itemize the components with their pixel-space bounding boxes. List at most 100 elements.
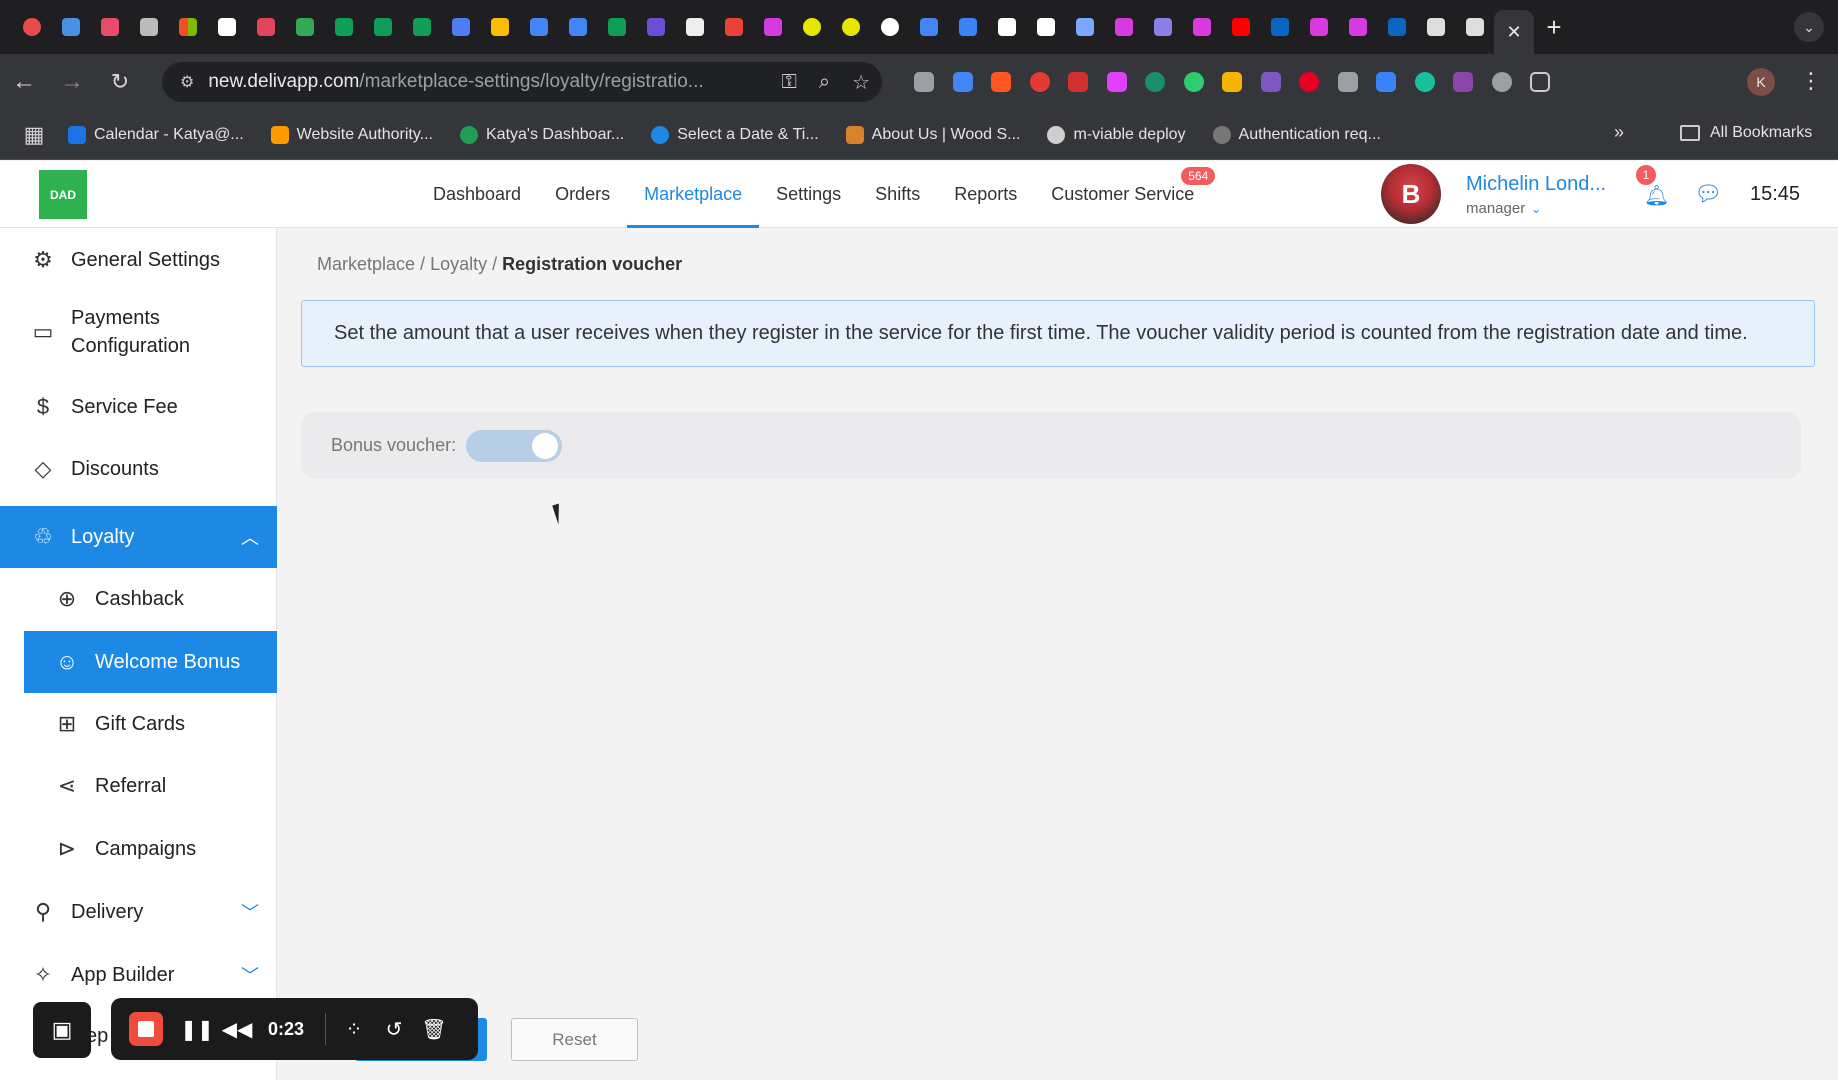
grid-icon[interactable]: ⁘ (334, 1017, 374, 1042)
tab-favicon[interactable] (168, 0, 207, 54)
sidebar-item-delivery[interactable]: ⚲ Delivery ﹀ (0, 881, 277, 943)
reset-button[interactable]: Reset (511, 1018, 638, 1061)
reload-icon[interactable]: ↻ (96, 54, 144, 110)
bell-icon[interactable]: 🔔︎ (1644, 183, 1669, 207)
tab-favicon[interactable] (987, 0, 1026, 54)
tab-favicon[interactable] (558, 0, 597, 54)
more-vert-icon[interactable]: ⋮ (1800, 68, 1822, 94)
extension-icon[interactable] (1136, 72, 1175, 92)
tab-favicon[interactable] (519, 0, 558, 54)
tab-favicon[interactable] (1299, 0, 1338, 54)
nav-reports[interactable]: Reports (937, 161, 1034, 228)
tab-favicon[interactable] (363, 0, 402, 54)
tab-favicon[interactable] (753, 0, 792, 54)
nav-customer-service[interactable]: Customer Service 564 (1034, 161, 1216, 228)
breadcrumb-loyalty[interactable]: Loyalty (430, 254, 487, 274)
sidebar-item-welcome-bonus[interactable]: ☺ Welcome Bonus (24, 631, 277, 693)
url-text[interactable]: new.delivapp.com/marketplace-settings/lo… (208, 71, 748, 93)
tab-favicon[interactable] (1416, 0, 1455, 54)
tab-favicon[interactable] (402, 0, 441, 54)
sidebar-item-discounts[interactable]: ◇ Discounts (0, 438, 277, 500)
tab-favicon[interactable] (1377, 0, 1416, 54)
extension-icon[interactable] (1252, 72, 1291, 92)
restart-icon[interactable]: ↺ (374, 1017, 414, 1042)
tab-favicon[interactable] (441, 0, 480, 54)
camera-icon[interactable]: ▣ (33, 1002, 91, 1058)
extension-icon[interactable] (1329, 72, 1368, 92)
extension-icon[interactable] (1444, 72, 1483, 92)
nav-shifts[interactable]: Shifts (858, 161, 937, 228)
tab-favicon[interactable] (597, 0, 636, 54)
tab-favicon[interactable] (1221, 0, 1260, 54)
all-bookmarks-button[interactable]: All Bookmarks (1680, 124, 1812, 142)
stop-recording-button[interactable] (129, 1012, 163, 1046)
bookmarks-overflow-icon[interactable]: » (1614, 122, 1624, 143)
tab-favicon[interactable] (90, 0, 129, 54)
nav-settings[interactable]: Settings (759, 161, 858, 228)
rewind-icon[interactable]: ◀◀ (217, 1017, 257, 1042)
bonus-voucher-toggle[interactable] (466, 429, 563, 462)
forward-arrow-icon[interactable]: → (48, 54, 96, 110)
pause-icon[interactable]: ❚❚ (177, 1017, 217, 1042)
app-logo[interactable]: DAD (39, 170, 87, 219)
tab-favicon[interactable] (129, 0, 168, 54)
tab-favicon[interactable] (831, 0, 870, 54)
bookmark-item[interactable]: Katya's Dashboar... (460, 125, 624, 144)
new-tab-button[interactable]: + (1534, 0, 1574, 54)
sidebar-item-service-fee[interactable]: $ Service Fee (0, 376, 277, 438)
tab-favicon[interactable] (909, 0, 948, 54)
tab-favicon[interactable] (12, 0, 51, 54)
tab-favicon[interactable] (714, 0, 753, 54)
tab-favicon[interactable] (870, 0, 909, 54)
profile-avatar[interactable]: K (1747, 68, 1775, 96)
extension-icon[interactable] (1290, 72, 1329, 92)
sidebar-item-cashback[interactable]: ⊕ Cashback (0, 568, 277, 630)
bookmark-item[interactable]: Select a Date & Ti... (651, 125, 819, 144)
close-tab-icon[interactable]: ✕ (1494, 10, 1534, 54)
key-icon[interactable]: ⚿ (782, 71, 797, 94)
extension-icon[interactable] (1367, 72, 1406, 92)
nav-dashboard[interactable]: Dashboard (416, 161, 538, 228)
bookmark-item[interactable]: Calendar - Katya@... (68, 125, 244, 144)
breadcrumb-marketplace[interactable]: Marketplace (317, 254, 415, 274)
extension-icon[interactable] (905, 72, 944, 92)
bookmark-item[interactable]: m-viable deploy (1047, 125, 1186, 144)
trash-icon[interactable]: 🗑︎ (414, 1017, 454, 1042)
extension-icon[interactable] (1059, 72, 1098, 92)
chat-icon[interactable]: 💬︎ (1694, 181, 1722, 207)
tab-favicon[interactable] (1026, 0, 1065, 54)
tab-favicon[interactable] (1104, 0, 1143, 54)
back-arrow-icon[interactable]: ← (0, 54, 48, 110)
bookmark-item[interactable]: Authentication req... (1212, 125, 1381, 144)
sidebar-item-app-builder[interactable]: ✧ App Builder ﹀ (0, 944, 277, 1006)
nav-marketplace[interactable]: Marketplace (627, 161, 760, 228)
zoom-icon[interactable]: ⌕ (819, 71, 830, 94)
tab-favicon[interactable] (246, 0, 285, 54)
tab-favicon[interactable] (675, 0, 714, 54)
tab-favicon[interactable] (324, 0, 363, 54)
apps-grid-icon[interactable]: ▦ (0, 122, 68, 148)
extension-icon[interactable] (1175, 72, 1214, 92)
bookmark-item[interactable]: Website Authority... (270, 125, 433, 144)
puzzle-icon[interactable] (1521, 72, 1560, 92)
extension-icon[interactable] (1213, 72, 1252, 92)
sidebar-item-general-settings[interactable]: ⚙ General Settings (0, 228, 277, 292)
sidebar-item-loyalty[interactable]: ♲ Loyalty ︿ (0, 506, 277, 568)
tab-favicon[interactable] (948, 0, 987, 54)
extension-icon[interactable] (944, 72, 983, 92)
tab-search-icon[interactable]: ⌄ (1794, 12, 1824, 42)
extension-icon[interactable] (1406, 72, 1445, 92)
extension-icon[interactable] (1021, 72, 1060, 92)
sidebar-item-gift-cards[interactable]: ⊞ Gift Cards (0, 693, 277, 755)
extension-icon[interactable] (1483, 72, 1522, 92)
account-switcher[interactable]: Michelin Lond... manager ⌄ (1466, 173, 1606, 217)
tab-favicon[interactable] (636, 0, 675, 54)
tab-favicon[interactable] (1260, 0, 1299, 54)
address-bar[interactable]: ⚙ new.delivapp.com/marketplace-settings/… (162, 62, 882, 102)
site-info-icon[interactable]: ⚙ (180, 72, 194, 92)
sidebar-item-payments-configuration[interactable]: ▭ Payments Configuration (0, 292, 277, 372)
tab-favicon[interactable] (792, 0, 831, 54)
tab-favicon[interactable] (480, 0, 519, 54)
extension-icon[interactable] (982, 72, 1021, 92)
tab-favicon[interactable] (285, 0, 324, 54)
